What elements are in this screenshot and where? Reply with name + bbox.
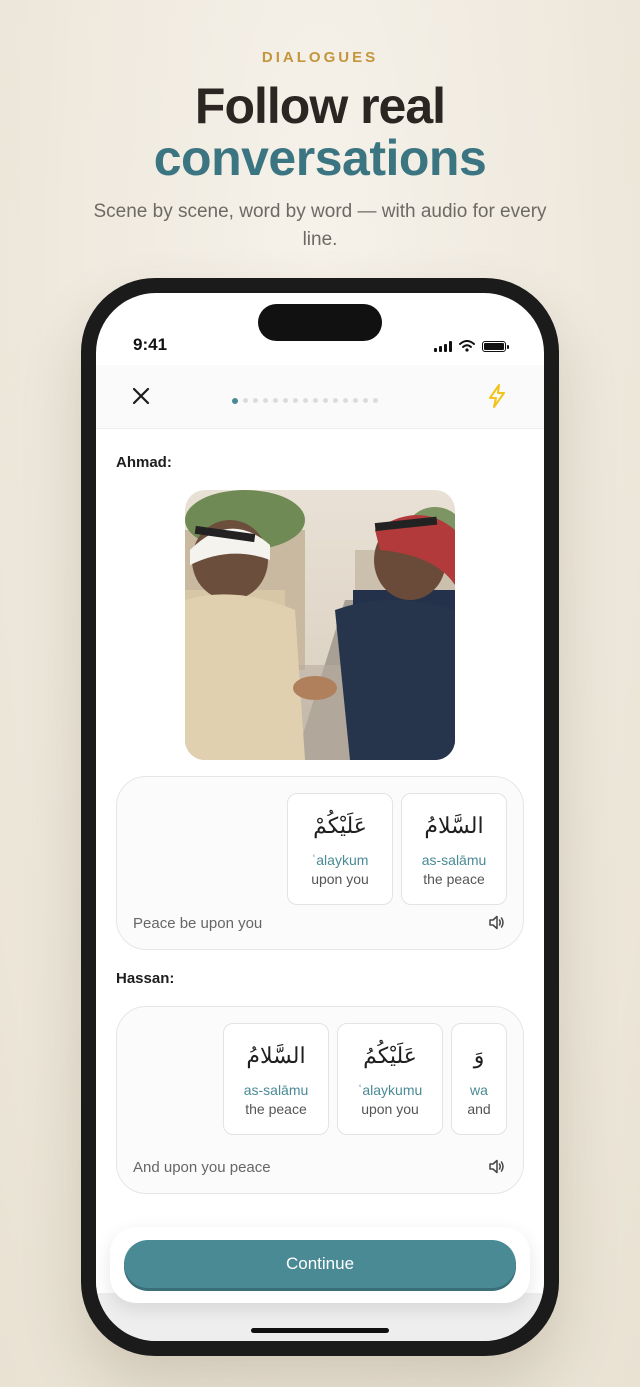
close-icon[interactable] [130, 385, 152, 407]
lesson-topbar [96, 365, 544, 429]
scene-image [185, 490, 455, 760]
word-translit: wa [470, 1082, 488, 1098]
continue-container: Continue [110, 1227, 530, 1303]
line-translation: Peace be upon you [133, 915, 263, 932]
hero-subtitle: Scene by scene, word by word — with audi… [93, 201, 547, 250]
progress-dot [323, 398, 328, 403]
signal-icon [434, 340, 452, 352]
word-arabic: السَّلامُ [246, 1044, 306, 1069]
home-indicator [251, 1328, 389, 1333]
progress-dot [232, 397, 238, 404]
progress-dot [313, 398, 318, 403]
word-translit: as-salāmu [421, 852, 487, 868]
section-eyebrow: DIALOGUES [261, 49, 379, 66]
word-arabic: السَّلامُ [424, 814, 484, 839]
hero-section: DIALOGUES Follow real conversations Scen… [0, 0, 640, 254]
progress-dot [333, 398, 338, 403]
continue-button[interactable]: Continue [124, 1240, 516, 1288]
word-tile[interactable]: السَّلامُ as-salāmu the peace [401, 793, 507, 905]
word-tiles: السَّلامُ as-salāmu the peace عَلَيْكُمُ ʿal… [223, 1023, 507, 1135]
progress-dot [243, 398, 248, 403]
wifi-icon [459, 340, 475, 352]
status-icons [434, 340, 509, 352]
word-tile[interactable]: عَلَيْكُمُ ʿalaykumu upon you [337, 1023, 443, 1135]
line-translation: And upon you peace [133, 1159, 271, 1176]
speaker-name: Hassan: [116, 970, 175, 987]
word-arabic: عَلَيْكُمْ [313, 814, 367, 839]
word-tile[interactable]: وَ wa and [451, 1023, 507, 1135]
progress-dot [293, 398, 298, 403]
progress-dot [263, 398, 268, 403]
word-tile[interactable]: عَلَيْكُمْ ʿalaykum upon you [287, 793, 393, 905]
speaker-name: Ahmad: [116, 454, 172, 471]
hero-title-line1: Follow real [194, 78, 446, 134]
status-time: 9:41 [133, 335, 168, 354]
word-arabic: عَلَيْكُمُ [363, 1044, 417, 1069]
lesson-progress [232, 397, 378, 404]
dialogue-card-hassan: السَّلامُ as-salāmu the peace عَلَيْكُمُ ʿal… [116, 1006, 524, 1194]
speaker-icon[interactable] [488, 915, 505, 930]
progress-dot [363, 398, 368, 403]
progress-dot [253, 398, 258, 403]
battery-icon [482, 340, 509, 352]
hero-title-line2: conversations [153, 130, 487, 186]
bolt-icon[interactable] [486, 383, 508, 409]
phone-screen: 9:41 Ahmad: عَلَيْكُمْ ʿalaykum upon you… [96, 293, 544, 1341]
progress-dot [303, 398, 308, 403]
word-tile[interactable]: السَّلامُ as-salāmu the peace [223, 1023, 329, 1135]
word-translit: ʿalaykum [311, 852, 369, 868]
progress-dot [343, 398, 348, 403]
word-english: the peace [245, 1101, 307, 1117]
phone-frame: 9:41 Ahmad: عَلَيْكُمْ ʿalaykum upon you… [81, 278, 559, 1356]
word-arabic: وَ [473, 1044, 485, 1069]
word-english: upon you [361, 1101, 419, 1117]
word-tiles: عَلَيْكُمْ ʿalaykum upon you السَّلامُ as-sa… [287, 793, 507, 905]
progress-dot [283, 398, 288, 403]
word-translit: ʿalaykumu [357, 1082, 423, 1098]
dynamic-island [258, 304, 382, 341]
progress-dot [273, 398, 278, 403]
word-english: and [467, 1101, 491, 1117]
dialogue-content: Ahmad: عَلَيْكُمْ ʿalaykum upon you السَ… [96, 430, 544, 1293]
word-translit: as-salāmu [243, 1082, 309, 1098]
progress-dot [353, 398, 358, 403]
progress-dot [373, 398, 378, 403]
dialogue-card-ahmad: عَلَيْكُمْ ʿalaykum upon you السَّلامُ as-sa… [116, 776, 524, 950]
speaker-icon[interactable] [488, 1159, 505, 1174]
word-english: the peace [423, 871, 485, 887]
word-english: upon you [311, 871, 369, 887]
